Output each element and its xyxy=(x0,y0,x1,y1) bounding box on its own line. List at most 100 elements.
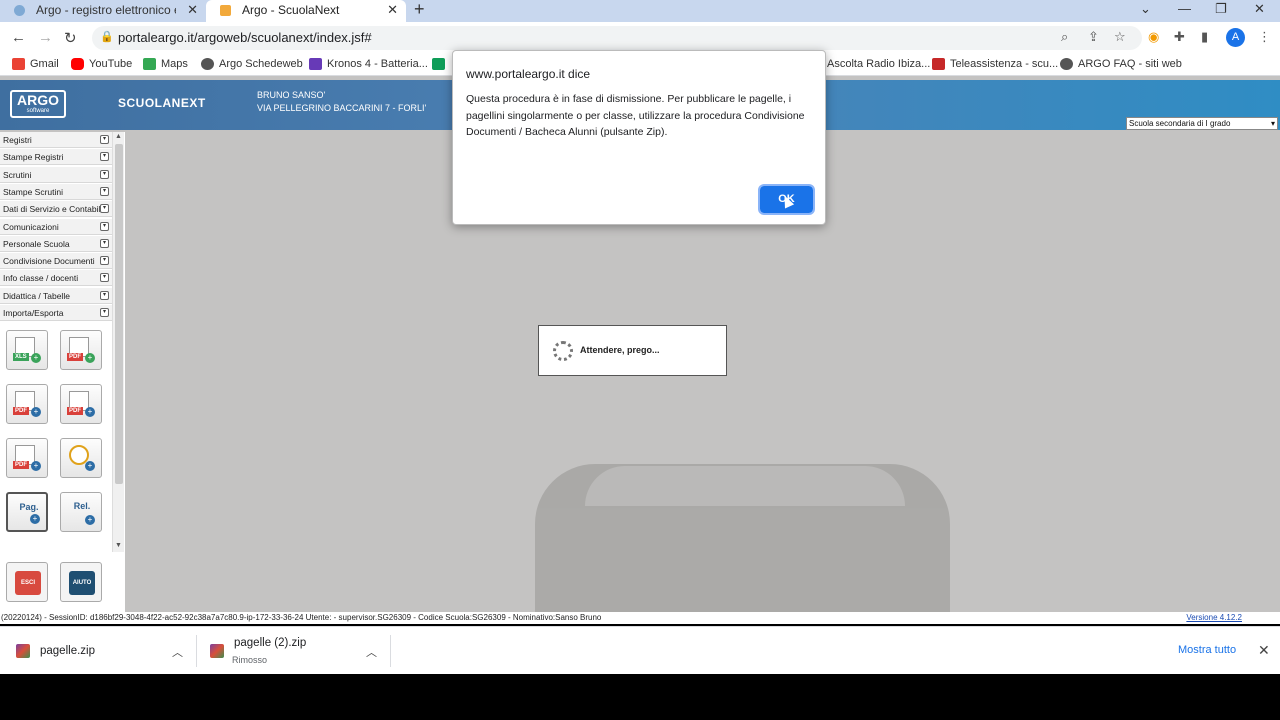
bookmark-kronos[interactable]: Kronos 4 - Batteria... xyxy=(309,58,428,70)
scrollbar-thumb[interactable] xyxy=(115,144,123,484)
chevron-down-icon[interactable]: ▾ xyxy=(100,186,109,196)
sidebar-item[interactable]: Scrutini ▾ xyxy=(0,166,112,183)
chevron-down-icon[interactable]: ▾ xyxy=(100,152,109,162)
help-button[interactable]: AIUTO xyxy=(60,562,102,602)
relazioni-tile[interactable]: Rel. + xyxy=(60,492,102,532)
chevron-down-icon[interactable]: ▾ xyxy=(100,256,109,266)
chevron-down-icon[interactable]: ▾ xyxy=(100,169,109,179)
youtube-icon xyxy=(71,58,84,70)
chevron-down-icon[interactable]: ▾ xyxy=(100,238,109,248)
download-status: Rimosso xyxy=(232,655,268,665)
school-level-select[interactable]: Scuola secondaria di I grado ▾ xyxy=(1126,117,1278,130)
bookmark-gmail[interactable]: Gmail xyxy=(12,58,59,70)
bookmark-label: Argo Schedeweb xyxy=(219,58,303,70)
download-item[interactable]: pagelle (2).zip Rimosso ︿ xyxy=(194,627,390,675)
bookmark-argo-faq[interactable]: ARGO FAQ - siti web xyxy=(1060,58,1182,70)
scroll-down-icon[interactable]: ▼ xyxy=(115,542,122,549)
zoom-icon[interactable]: ⌕ xyxy=(1061,29,1068,45)
download-filename: pagelle.zip xyxy=(40,645,95,657)
sidebar-item[interactable]: Registri ▾ xyxy=(0,132,112,148)
forward-arrow-icon[interactable]: → xyxy=(38,29,53,46)
minimize-icon[interactable]: — xyxy=(1178,1,1191,16)
lock-icon[interactable]: 🔒 xyxy=(100,30,114,43)
share-icon[interactable]: ⇪ xyxy=(1088,29,1099,45)
school-address: VIA PELLEGRINO BACCARINI 7 - FORLI' xyxy=(257,103,427,113)
tab-strip: Argo - registro elettronico e altri ✕ Ar… xyxy=(0,0,1280,22)
product-name: SCUOLANEXT xyxy=(118,96,206,110)
bookmark-sheets[interactable] xyxy=(432,58,450,70)
zip-file-icon xyxy=(210,644,224,658)
chevron-up-icon[interactable]: ︿ xyxy=(172,644,183,660)
sidebar-item[interactable]: Info classe / docenti ▾ xyxy=(0,270,112,287)
bookmark-youtube[interactable]: YouTube xyxy=(71,58,132,70)
bookmark-argo-schedeweb[interactable]: Argo Schedeweb xyxy=(201,58,303,70)
sidebar-item-label: Stampe Registri xyxy=(3,152,64,163)
background-shape-inner xyxy=(585,466,905,506)
clock-tile[interactable]: + xyxy=(60,438,102,478)
new-tab-plus-icon[interactable]: + xyxy=(414,0,425,18)
sidebar-item[interactable]: Comunicazioni ▾ xyxy=(0,218,112,235)
profile-avatar[interactable]: A xyxy=(1226,28,1245,47)
sidebar-item[interactable]: Personale Scuola ▾ xyxy=(0,235,112,252)
session-info: (20220124) - SessionID: d186bf29-3048-4f… xyxy=(1,613,602,622)
bookmark-radio-ibiza[interactable]: Ascolta Radio Ibiza... xyxy=(827,58,930,70)
import-xls-tile[interactable]: XLS + xyxy=(6,330,48,370)
menu-kebab-icon[interactable]: ⋮ xyxy=(1258,29,1271,45)
sidebar-item[interactable]: Importa/Esporta ▾ xyxy=(0,305,112,321)
sidebar-item-label: Importa/Esporta xyxy=(3,308,64,318)
tab-argo-registro[interactable]: Argo - registro elettronico e altri ✕ xyxy=(0,0,206,22)
bookmark-star-icon[interactable]: ☆ xyxy=(1114,29,1126,45)
show-all-link[interactable]: Mostra tutto xyxy=(1178,644,1236,656)
argo-favicon-icon xyxy=(14,5,25,16)
user-name: BRUNO SANSO' xyxy=(257,90,326,100)
tab-search-chevron-icon[interactable]: ⌄ xyxy=(1140,1,1151,17)
sidebar-scrollbar[interactable]: ▲ ▼ xyxy=(112,132,124,552)
reload-icon[interactable]: ↻ xyxy=(64,29,77,47)
sidebar-item[interactable]: Stampe Scrutini ▾ xyxy=(0,183,112,200)
bookmark-teleassistenza[interactable]: Teleassistenza - scu... xyxy=(932,58,1058,70)
sidebar-item[interactable]: Didattica / Tabelle ▾ xyxy=(0,287,112,304)
download-item[interactable]: pagelle.zip ︿ xyxy=(0,627,195,675)
screen: Argo - registro elettronico e altri ✕ Ar… xyxy=(0,0,1280,720)
close-window-icon[interactable]: ✕ xyxy=(1254,1,1265,17)
rss-extension-icon[interactable]: ◉ xyxy=(1148,29,1159,45)
bookmark-label: Ascolta Radio Ibiza... xyxy=(827,58,931,70)
sidebar-item[interactable]: Dati di Servizio e Contabili ▾ xyxy=(0,201,112,218)
chevron-down-icon[interactable]: ▾ xyxy=(100,290,109,300)
chevron-down-icon[interactable]: ▾ xyxy=(100,135,109,144)
export-pdf-class-tile[interactable]: PDF + xyxy=(6,384,48,424)
export-pdf-tile[interactable]: PDF + xyxy=(60,330,102,370)
exit-button[interactable]: ESCI xyxy=(6,562,48,602)
pagelle-tile[interactable]: Pag. + xyxy=(6,492,48,532)
side-panel-icon[interactable]: ▮ xyxy=(1201,29,1208,45)
scroll-up-icon[interactable]: ▲ xyxy=(115,133,122,140)
close-icon[interactable]: ✕ xyxy=(1258,642,1270,659)
close-tab-icon[interactable]: ✕ xyxy=(387,2,398,18)
sidebar-item[interactable]: Stampe Registri ▾ xyxy=(0,149,112,166)
bookmark-maps[interactable]: Maps xyxy=(143,58,188,70)
export-pdf-student-tile[interactable]: PDF + xyxy=(60,384,102,424)
add-icon: + xyxy=(31,461,41,471)
chevron-down-icon[interactable]: ▾ xyxy=(100,308,109,317)
dialog-message: Questa procedura è in fase di dismission… xyxy=(466,93,805,138)
chevron-down-icon[interactable]: ▾ xyxy=(100,221,109,231)
tile-tag: PDF xyxy=(67,407,83,415)
sidebar-item-label: Comunicazioni xyxy=(3,221,59,232)
chevron-down-icon[interactable]: ▾ xyxy=(100,204,109,214)
restore-icon[interactable]: ❐ xyxy=(1215,1,1227,17)
chevron-down-icon[interactable]: ▾ xyxy=(100,273,109,283)
kronos-icon xyxy=(309,58,322,70)
chevron-up-icon[interactable]: ︿ xyxy=(366,644,377,660)
add-icon: + xyxy=(85,515,95,525)
bookmark-label: YouTube xyxy=(89,58,133,70)
close-tab-icon[interactable]: ✕ xyxy=(187,2,198,18)
sidebar-item[interactable]: Condivisione Documenti ▾ xyxy=(0,253,112,270)
dialog-title: www.portaleargo.it dice xyxy=(466,67,591,81)
loading-popup: Attendere, prego... xyxy=(538,325,727,376)
tab-argo-scuolanext[interactable]: Argo - ScuolaNext ✕ xyxy=(206,0,406,22)
export-pdf-teacher-tile[interactable]: PDF + xyxy=(6,438,48,478)
address-bar[interactable]: 🔒 portaleargo.it/argoweb/scuolanext/inde… xyxy=(92,26,1142,50)
extensions-puzzle-icon[interactable]: ✚ xyxy=(1174,29,1185,45)
version-link[interactable]: Versione 4.12.2 xyxy=(1186,612,1242,624)
back-arrow-icon[interactable]: ← xyxy=(11,29,26,46)
